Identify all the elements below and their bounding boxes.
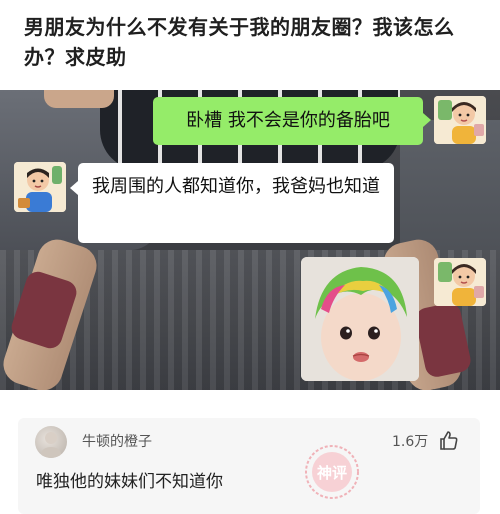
message-bubble-other: 我周围的人都知道你，我爸妈也知道	[70, 163, 394, 243]
thumbs-up-icon[interactable]	[438, 430, 460, 452]
post-title: 男朋友为什么不发有关于我的朋友圈？我该怎么办？求皮助	[24, 15, 455, 69]
commenter-username[interactable]: 牛顿的橙子	[82, 432, 152, 452]
stamp-text: 神评	[317, 464, 347, 482]
message-bubble-self: 卧槽 我不会是你的备胎吧	[153, 97, 431, 145]
top-comment-stamp-icon: 神评	[300, 440, 364, 504]
boy-avatar-icon[interactable]	[14, 162, 66, 212]
girl-avatar-icon-2[interactable]	[434, 258, 486, 306]
commenter-avatar[interactable]	[35, 426, 67, 458]
like-count: 1.6万	[392, 434, 429, 450]
girl-avatar-icon[interactable]	[434, 96, 486, 144]
background-hand	[44, 90, 114, 108]
comment-text: 唯独他的妹妹们不知道你	[36, 472, 223, 492]
crying-child-sticker-icon	[301, 257, 419, 381]
top-comment: 牛顿的橙子 神评 1.6万 唯独他的妹妹们不知道你	[18, 418, 480, 514]
